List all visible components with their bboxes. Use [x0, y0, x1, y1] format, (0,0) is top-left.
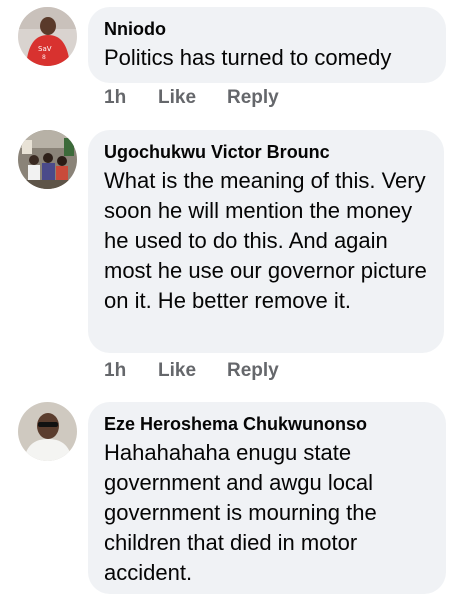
profile-photo-icon	[18, 402, 77, 461]
like-button[interactable]: Like	[158, 360, 227, 382]
reply-button[interactable]: Reply	[227, 87, 279, 109]
svg-text:8: 8	[42, 54, 46, 61]
comment-actions: 1h Like Reply	[104, 87, 279, 109]
comment-text: What is the meaning of this. Very soon h…	[104, 168, 427, 313]
comment-bubble: Nniodo Politics has turned to comedy	[88, 7, 446, 83]
reply-button[interactable]: Reply	[227, 360, 279, 382]
svg-text:SaV: SaV	[38, 45, 52, 53]
avatar[interactable]	[18, 402, 77, 461]
comment-author[interactable]: Ugochukwu Victor Brounc	[104, 141, 427, 163]
avatar[interactable]	[18, 130, 77, 189]
comment-text: Politics has turned to comedy	[104, 45, 392, 70]
comment-author[interactable]: Eze Heroshema Chukwunonso	[104, 413, 429, 435]
avatar[interactable]: SaV 8	[18, 7, 77, 66]
comment-bubble: Eze Heroshema Chukwunonso Hahahahaha enu…	[88, 402, 446, 594]
comment-timestamp[interactable]: 1h	[104, 87, 158, 109]
comment-bubble: Ugochukwu Victor Brounc What is the mean…	[88, 130, 444, 353]
comment-timestamp[interactable]: 1h	[104, 360, 158, 382]
like-button[interactable]: Like	[158, 87, 227, 109]
comment-author[interactable]: Nniodo	[104, 18, 429, 40]
comment-text: Hahahahaha enugu state government and aw…	[104, 440, 377, 585]
profile-photo-icon: SaV 8	[18, 7, 77, 66]
comment-actions: 1h Like Reply	[104, 360, 279, 382]
profile-photo-icon	[18, 130, 77, 189]
